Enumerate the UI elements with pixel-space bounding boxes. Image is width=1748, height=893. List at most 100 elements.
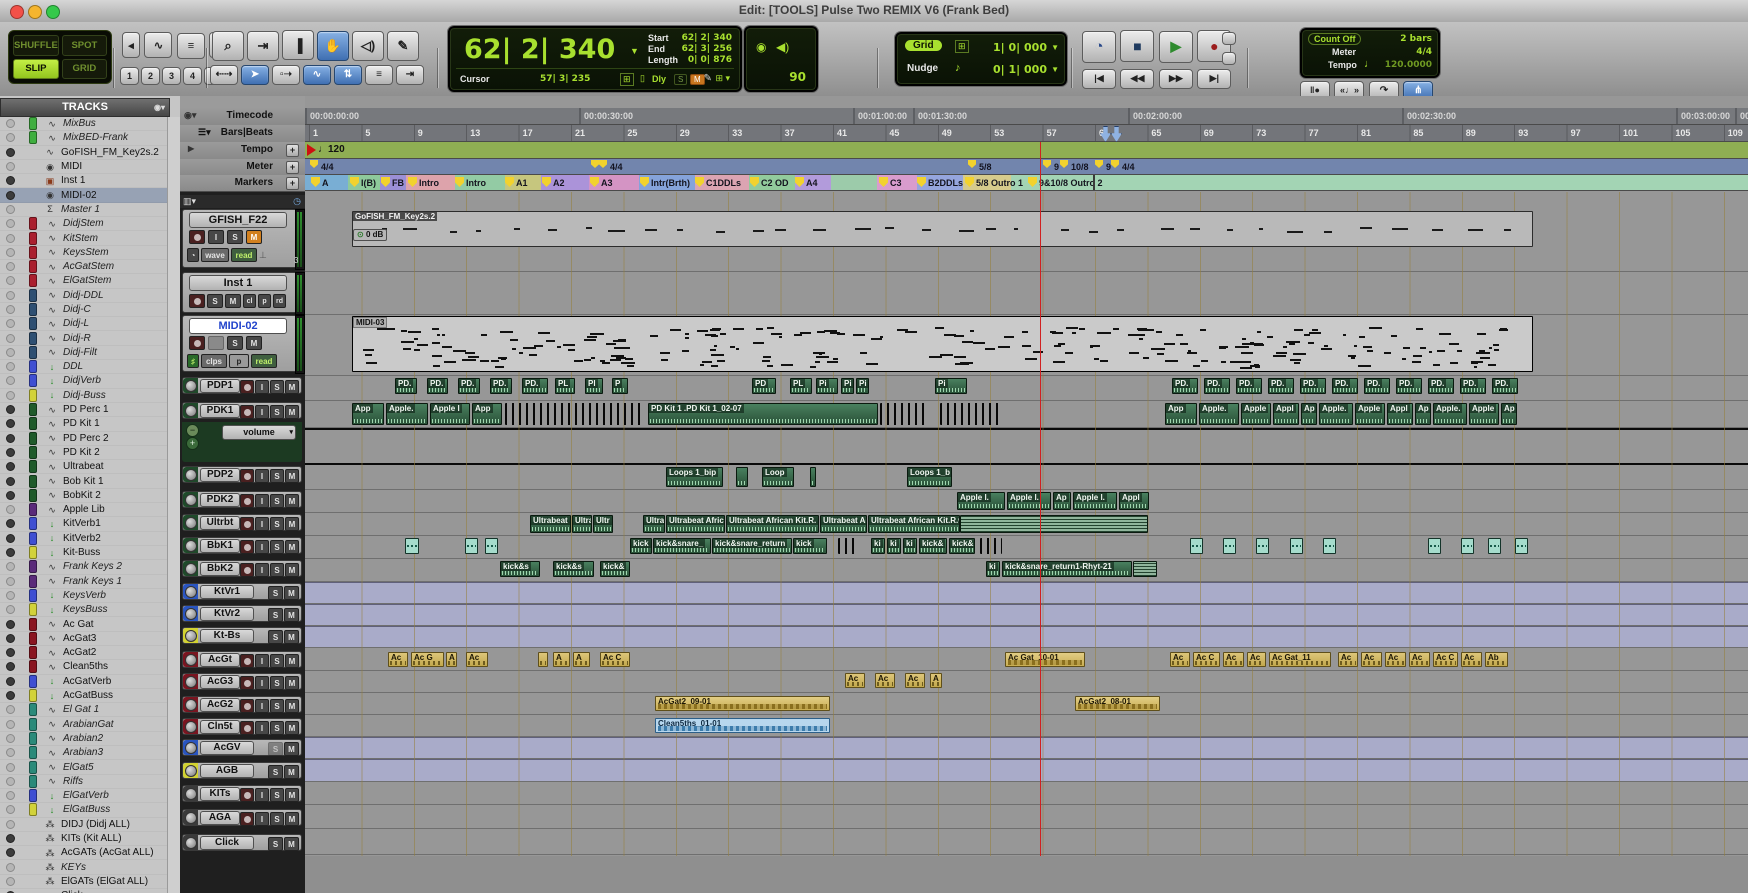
timeline-insertion-icon[interactable]: ⊞	[620, 73, 634, 86]
sidebar-item-elgat5[interactable]: ∿ElGat5	[0, 760, 168, 774]
ruler-view-selector-icon[interactable]: ◉▾	[184, 110, 196, 121]
volume-breakpoint-value[interactable]: ⊙ 0 dB	[353, 229, 387, 241]
i-button[interactable]: I	[255, 812, 269, 826]
track-show-dot[interactable]	[6, 677, 15, 686]
ktvr2-lane[interactable]	[305, 604, 1748, 626]
track-name-bbk2[interactable]: BbK2	[200, 562, 240, 576]
solo-button[interactable]: S	[227, 230, 243, 244]
meter-event-flag-icon[interactable]	[968, 160, 976, 168]
clip-apple-l[interactable]: Apple l	[430, 403, 470, 425]
track-header-click[interactable]: ClickSM	[182, 834, 302, 851]
sidebar-item-kit-buss[interactable]: ↓Kit-Buss	[0, 546, 168, 560]
midi-zoom-button[interactable]: ≡	[177, 33, 205, 59]
marker-label[interactable]: A2	[553, 178, 565, 188]
i-button[interactable]: I	[255, 494, 269, 508]
track-header-aga[interactable]: AGAISM	[182, 809, 302, 826]
track-name-inst1[interactable]: Inst 1	[189, 275, 287, 291]
add-meter-event-button[interactable]: +	[286, 161, 299, 174]
track-name-click[interactable]: Click	[200, 836, 254, 850]
clip[interactable]	[960, 515, 1148, 533]
marker-label[interactable]: Intro	[466, 178, 486, 188]
transport-expand-top-button[interactable]	[1222, 32, 1236, 45]
audio-zoom-button[interactable]: ∿	[144, 32, 172, 58]
clip-ultrabeat-african-kit-r-wav-19[interactable]: Ultrabeat African Kit.R.wav-19	[868, 515, 960, 533]
track-header-acg2[interactable]: AcG2ISM	[182, 696, 302, 713]
clip-pi[interactable]: Pi	[935, 378, 967, 394]
track-color-tab[interactable]	[183, 584, 198, 599]
sidebar-item-pd-perc-1[interactable]: ∿PD Perc 1	[0, 403, 168, 417]
clip-kick-[interactable]: kick&	[919, 538, 947, 554]
clip-ac[interactable]: Ac	[1409, 652, 1430, 667]
clip[interactable]	[405, 538, 419, 554]
return-to-zero-button[interactable]: |◀	[1082, 69, 1116, 89]
track-color-tab[interactable]	[183, 810, 198, 825]
record-enable-button[interactable]	[240, 699, 254, 713]
ktbs-lane[interactable]	[305, 626, 1748, 648]
solo-button[interactable]: S	[207, 294, 223, 308]
track-show-dot[interactable]	[6, 691, 15, 700]
sidebar-item-ddl[interactable]: ↓DDL	[0, 360, 168, 374]
s-button[interactable]: S	[270, 721, 284, 735]
track-show-dot[interactable]	[6, 863, 15, 872]
track-color-tab[interactable]	[183, 561, 198, 576]
clip-apple-l-[interactable]: Apple l.	[1073, 492, 1117, 510]
sidebar-item-elgatverb[interactable]: ↓ElGatVerb	[0, 789, 168, 803]
clip-kick-snare-return1-rhyt-21[interactable]: kick&snare_return1-Rhyt-21	[1002, 561, 1132, 577]
ruler-label-markers[interactable]: Markers+	[180, 175, 305, 192]
track-show-dot[interactable]	[6, 548, 15, 557]
track-show-dot[interactable]	[6, 562, 15, 571]
track-show-dot[interactable]	[6, 534, 15, 543]
tab-end-button[interactable]: ⇥	[396, 65, 424, 85]
track-show-dot[interactable]	[6, 462, 15, 471]
track-color-tab[interactable]	[183, 403, 198, 418]
clip-pd-[interactable]: PD.	[395, 378, 417, 394]
tempo-event-marker[interactable]	[307, 144, 316, 156]
track-color-tab[interactable]	[183, 835, 198, 850]
track-color-tab[interactable]	[183, 652, 198, 667]
track-header-midi-02[interactable]: MIDI-02▾SM♯clpspread	[182, 315, 302, 372]
clip-ac-c[interactable]: Ac C	[600, 652, 630, 667]
track-show-dot[interactable]	[6, 291, 15, 300]
s-button[interactable]: S	[268, 608, 283, 622]
track-show-dot[interactable]	[6, 605, 15, 614]
marker-label[interactable]: A3	[601, 178, 613, 188]
clip-ac[interactable]: Ac	[466, 652, 488, 667]
clip-clean5ths-01-01[interactable]: Clean5ths_01-01	[655, 718, 830, 733]
clip-a[interactable]: A	[930, 673, 942, 688]
go-to-end-button[interactable]: ▶|	[1197, 69, 1231, 89]
clip[interactable]	[838, 538, 856, 554]
sidebar-item-bob-kit-1[interactable]: ∿Bob Kit 1	[0, 474, 168, 488]
sidebar-item-midi[interactable]: ◉MIDI	[0, 160, 168, 174]
clip-ap[interactable]: Ap	[1501, 403, 1517, 425]
sidebar-item-frank-keys-2[interactable]: ∿Frank Keys 2	[0, 560, 168, 574]
track-show-dot[interactable]	[6, 505, 15, 514]
track-show-dot[interactable]	[6, 763, 15, 772]
track-header-pdk2[interactable]: PDK2ISM	[182, 491, 302, 508]
i-button[interactable]: I	[255, 517, 269, 531]
clip[interactable]	[505, 403, 645, 425]
track-name-agb[interactable]: AGB	[200, 764, 254, 778]
sidebar-item-pd-kit-2[interactable]: ∿PD Kit 2	[0, 446, 168, 460]
track-header-ktvr1[interactable]: KtVr1SM	[182, 583, 302, 600]
playlist-button[interactable]: p	[229, 354, 249, 368]
meter-event-flag-icon[interactable]	[599, 160, 607, 168]
clip-ac[interactable]: Ac	[1361, 652, 1382, 667]
tempo-value[interactable]: 120.0000	[1385, 60, 1432, 70]
sidebar-item-mixbus[interactable]: ∿MixBus	[0, 117, 168, 131]
record-enable-button[interactable]	[240, 788, 254, 802]
i-button[interactable]: I	[255, 563, 269, 577]
sidebar-item-elgatbuss[interactable]: ↓ElGatBuss	[0, 803, 168, 817]
zoom-tool[interactable]: ⌕	[212, 31, 244, 61]
mode-slip-button[interactable]: SLIP	[13, 59, 59, 80]
track-show-dot[interactable]	[6, 148, 15, 157]
record-enable-button[interactable]	[240, 540, 254, 554]
grabber-tool[interactable]: ✋	[317, 31, 349, 61]
clip-appl[interactable]: Appl	[1119, 492, 1149, 510]
volume-lane-selector[interactable]: volume▾	[222, 425, 296, 440]
clip-ac-gat-10-01[interactable]: Ac Gat_10-01	[1005, 652, 1085, 667]
clip-kick-[interactable]: kick&	[600, 561, 630, 577]
track-show-dot[interactable]	[6, 319, 15, 328]
track-name-pdk2[interactable]: PDK2	[200, 493, 240, 507]
track-color-tab[interactable]	[183, 740, 198, 755]
trim-tool[interactable]: ⇥	[247, 31, 279, 61]
